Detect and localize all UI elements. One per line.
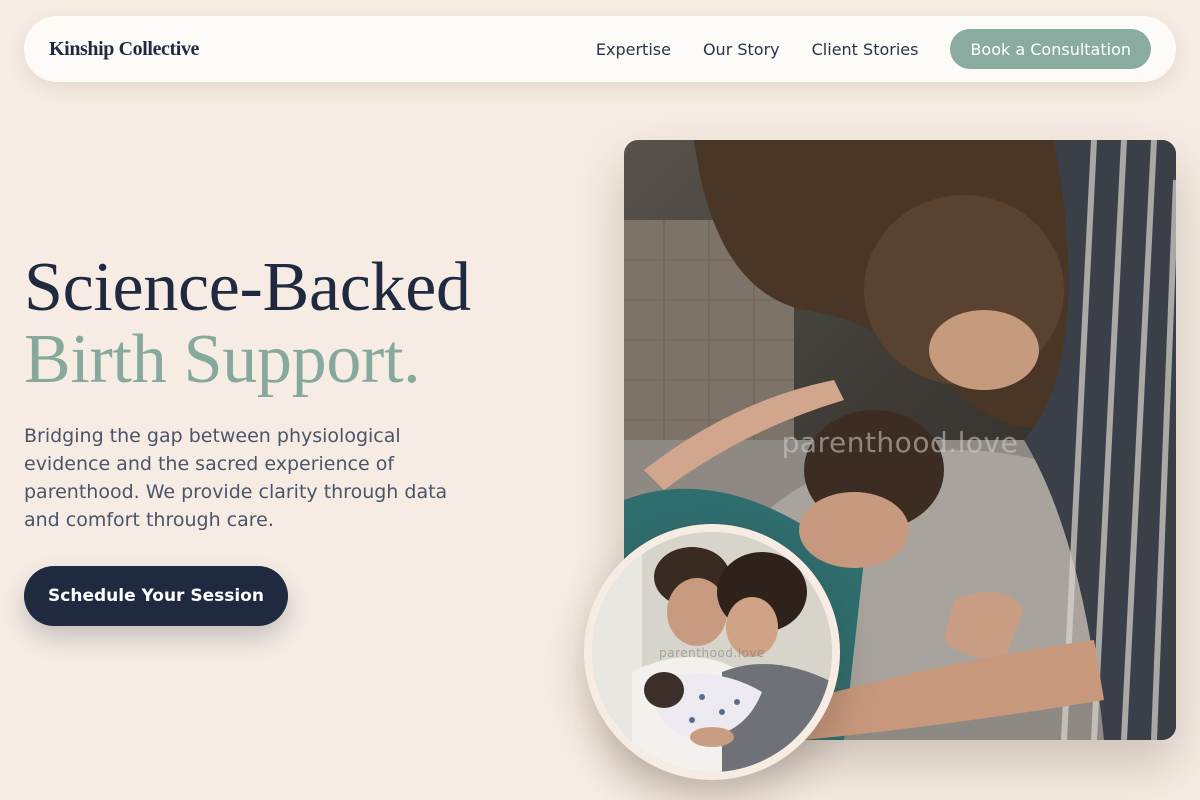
inset-photo-watermark: parenthood.love [659,646,765,660]
hero-title: Science-Backed Birth Support. [24,252,471,396]
inset-photo-family-newborn: parenthood.love [592,532,832,772]
hero-description: Bridging the gap between physiological e… [24,425,448,531]
inset-photo-frame: parenthood.love [584,524,840,780]
nav-link-our-story[interactable]: Our Story [703,40,780,59]
hero-title-line2: Birth Support. [24,321,421,398]
nav-link-expertise[interactable]: Expertise [596,40,671,59]
nav-links: Expertise Our Story Client Stories Book … [596,29,1151,69]
book-consultation-button[interactable]: Book a Consultation [950,29,1151,69]
main-photo-watermark: parenthood.love [781,426,1019,459]
nav-link-client-stories[interactable]: Client Stories [812,40,919,59]
top-navbar: Kinship Collective Expertise Our Story C… [24,16,1176,82]
hero-title-line1: Science-Backed [24,249,471,326]
brand-logo[interactable]: Kinship Collective [49,38,199,61]
schedule-session-button[interactable]: Schedule Your Session [24,566,288,626]
